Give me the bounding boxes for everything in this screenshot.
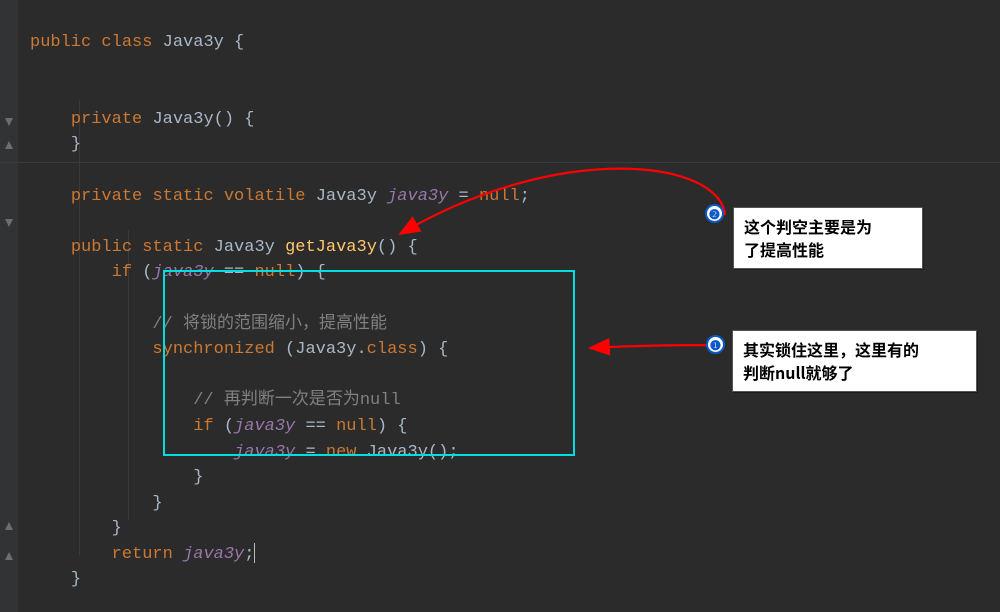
fold-indicator-icon[interactable] [3, 550, 15, 562]
class-literal: class [367, 340, 418, 359]
fold-indicator-icon[interactable] [3, 217, 15, 229]
badge-1: ❶ [706, 335, 725, 354]
paren-brace: () { [377, 238, 418, 257]
callout-1-box: 其实锁住这里，这里有的 判断null就够了 [732, 330, 977, 392]
close-paren-brace: ) { [418, 340, 449, 359]
type-name: Java3y [316, 187, 377, 206]
equals: = [295, 443, 326, 462]
semicolon: ; [244, 545, 254, 564]
keyword: if [112, 263, 132, 282]
constructor-name: Java3y [152, 110, 213, 129]
keyword: new [326, 443, 357, 462]
comment: // 将锁的范围缩小，提高性能 [152, 315, 387, 334]
close-paren-brace: ) { [295, 263, 326, 282]
brace: } [71, 135, 81, 154]
open-paren: (Java3y. [275, 340, 367, 359]
keyword: public [30, 33, 91, 52]
close-paren-brace: ) { [377, 417, 408, 436]
operator: == [214, 263, 255, 282]
class-name: Java3y [163, 33, 224, 52]
null-literal: null [254, 263, 295, 282]
keyword: return [112, 545, 173, 564]
operator: == [295, 417, 336, 436]
semicolon: ; [520, 187, 530, 206]
fold-indicator-icon[interactable] [3, 520, 15, 532]
callout-2-text-line2: 了提高性能 [744, 237, 824, 261]
keyword: private [71, 187, 142, 206]
brace: } [193, 468, 203, 487]
keyword: static [152, 187, 213, 206]
field-name: java3y [387, 187, 448, 206]
open-paren: ( [214, 417, 234, 436]
constructor-call: Java3y() [356, 443, 448, 462]
field-ref: java3y [183, 545, 244, 564]
comment: // 再判断一次是否为null [193, 391, 400, 410]
field-ref: java3y [152, 263, 213, 282]
return-type: Java3y [214, 238, 275, 257]
caret-icon [254, 543, 255, 563]
badge-2: ❷ [705, 204, 724, 223]
keyword: class [101, 33, 152, 52]
equals: = [448, 187, 479, 206]
keyword: private [71, 110, 142, 129]
keyword: volatile [224, 187, 306, 206]
field-ref: java3y [234, 417, 295, 436]
open-paren: ( [132, 263, 152, 282]
keyword: public [71, 238, 132, 257]
fold-indicator-icon[interactable] [3, 139, 15, 151]
keyword: static [142, 238, 203, 257]
null-literal: null [336, 417, 377, 436]
brace: } [152, 494, 162, 513]
brace: } [112, 519, 122, 538]
callout-2-box: 这个判空主要是为 了提高性能 [733, 207, 923, 269]
field-ref: java3y [234, 443, 295, 462]
paren-brace: () { [214, 110, 255, 129]
semicolon: ; [448, 443, 458, 462]
method-name: getJava3y [285, 238, 377, 257]
code-content[interactable]: public class Java3y { private Java3y() {… [30, 30, 530, 612]
callout-1-text-line1: 其实锁住这里，这里有的 [743, 337, 919, 361]
space [173, 545, 183, 564]
keyword: synchronized [152, 340, 274, 359]
null-literal: null [479, 187, 520, 206]
fold-indicator-icon[interactable] [3, 116, 15, 128]
brace: } [71, 570, 81, 589]
keyword: if [193, 417, 213, 436]
callout-2-text-line1: 这个判空主要是为 [744, 214, 872, 238]
callout-1-text-line2: 判断null就够了 [743, 360, 854, 384]
brace: { [224, 33, 244, 52]
